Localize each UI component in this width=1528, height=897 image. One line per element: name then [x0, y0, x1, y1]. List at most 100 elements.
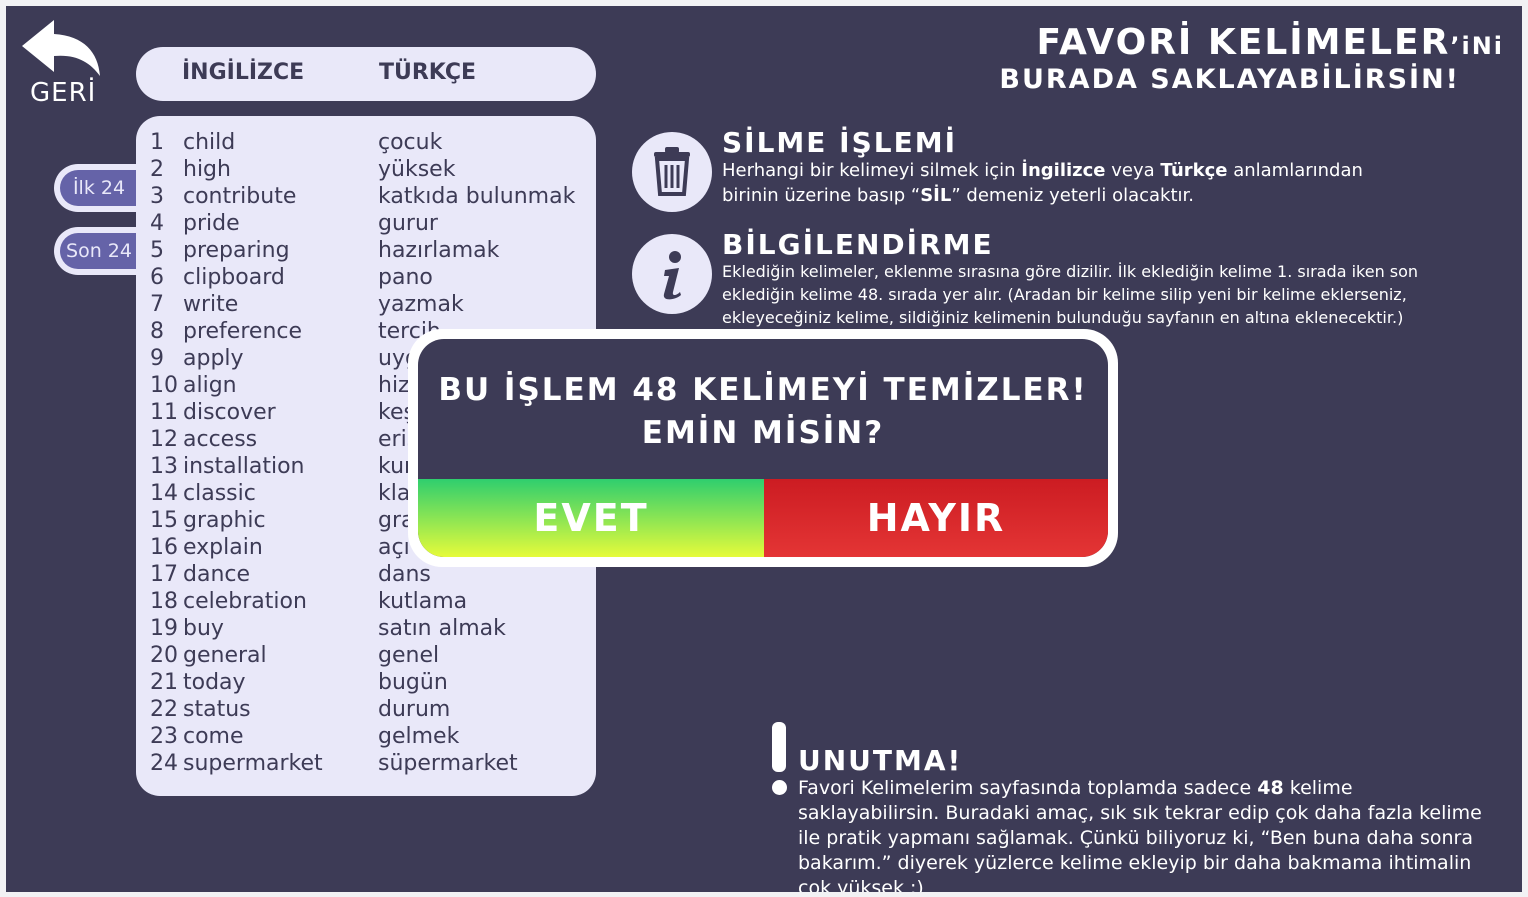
turkish-word[interactable]: hiz [378, 373, 410, 398]
word-number: 18 [150, 589, 178, 614]
page-title: FAVORİ KELİMELER’iNi [1036, 22, 1504, 63]
word-number: 16 [150, 535, 178, 560]
english-word[interactable]: graphic [183, 508, 266, 533]
confirm-question: BU İŞLEM 48 KELİMEYİ TEMİZLER! EMİN MİSİ… [418, 369, 1108, 455]
list-item: 5 preparing hazırlamak [136, 238, 596, 265]
word-number: 22 [150, 697, 178, 722]
tab-last-24-label: Son 24 [60, 233, 138, 269]
no-button[interactable]: HAYIR [764, 479, 1108, 557]
back-arrow-icon [22, 20, 100, 76]
app-screen: GERİ İNGİLİZCE TÜRKÇE İlk 24 Son 24 1 chi… [6, 6, 1522, 892]
word-number: 3 [150, 184, 164, 209]
english-word[interactable]: preference [183, 319, 302, 344]
tab-first-24-label: İlk 24 [60, 170, 138, 206]
list-item: 23 come gelmek [136, 724, 596, 751]
delete-heading: SİLME İŞLEMİ [722, 126, 957, 159]
word-number: 8 [150, 319, 164, 344]
list-item: 22 status durum [136, 697, 596, 724]
confirm-dialog: BU İŞLEM 48 KELİMEYİ TEMİZLER! EMİN MİSİ… [408, 329, 1118, 567]
english-word[interactable]: status [183, 697, 251, 722]
tab-last-24[interactable]: Son 24 [54, 227, 138, 275]
turkish-word[interactable]: pano [378, 265, 433, 290]
info-heading: BİLGİLENDİRME [722, 228, 994, 261]
english-column-header: İNGİLİZCE [182, 60, 305, 85]
word-number: 21 [150, 670, 178, 695]
list-item: 21 today bugün [136, 670, 596, 697]
list-item: 7 write yazmak [136, 292, 596, 319]
english-word[interactable]: preparing [183, 238, 290, 263]
back-label: GERİ [30, 78, 97, 108]
english-word[interactable]: contribute [183, 184, 296, 209]
word-number: 23 [150, 724, 178, 749]
info-text: Eklediğin kelimeler, eklenme sırasına gö… [722, 262, 1419, 327]
turkish-word[interactable]: süpermarket [378, 751, 518, 776]
turkish-word[interactable]: katkıda bulunmak [378, 184, 575, 209]
back-button[interactable]: GERİ [14, 18, 104, 108]
english-word[interactable]: write [183, 292, 238, 317]
reminder-heading: UNUTMA! [798, 744, 963, 777]
word-number: 5 [150, 238, 164, 263]
turkish-word[interactable]: satın almak [378, 616, 506, 641]
exclamation-dot [772, 780, 787, 795]
word-number: 13 [150, 454, 178, 479]
turkish-word[interactable]: kla [378, 481, 410, 506]
yes-button[interactable]: EVET [418, 479, 764, 557]
word-number: 4 [150, 211, 164, 236]
english-word[interactable]: general [183, 643, 267, 668]
english-word[interactable]: pride [183, 211, 240, 236]
english-word[interactable]: celebration [183, 589, 307, 614]
info-icon [663, 251, 681, 300]
word-number: 10 [150, 373, 178, 398]
word-number: 11 [150, 400, 178, 425]
turkish-word[interactable]: yüksek [378, 157, 455, 182]
english-word[interactable]: align [183, 373, 237, 398]
confirm-dialog-body: BU İŞLEM 48 KELİMEYİ TEMİZLER! EMİN MİSİ… [418, 339, 1108, 557]
english-word[interactable]: come [183, 724, 244, 749]
word-number: 17 [150, 562, 178, 587]
english-word[interactable]: high [183, 157, 231, 182]
list-item: 3 contribute katkıda bulunmak [136, 184, 596, 211]
turkish-word[interactable]: açı [378, 535, 410, 560]
english-word[interactable]: explain [183, 535, 263, 560]
turkish-column-header: TÜRKÇE [379, 60, 477, 85]
info-icon-badge [632, 234, 712, 314]
list-item: 2 high yüksek [136, 157, 596, 184]
confirm-question-line1: BU İŞLEM 48 KELİMEYİ TEMİZLER! [438, 372, 1088, 408]
word-number: 24 [150, 751, 178, 776]
english-word[interactable]: access [183, 427, 257, 452]
page-subtitle: BURADA SAKLAYABİLİRSİN! [999, 64, 1460, 95]
english-word[interactable]: apply [183, 346, 244, 371]
turkish-word[interactable]: bugün [378, 670, 448, 695]
turkish-word[interactable]: kutlama [378, 589, 467, 614]
english-word[interactable]: today [183, 670, 246, 695]
turkish-word[interactable]: durum [378, 697, 450, 722]
list-item: 19 buy satın almak [136, 616, 596, 643]
english-word[interactable]: classic [183, 481, 256, 506]
turkish-word[interactable]: hazırlamak [378, 238, 499, 263]
trash-icon-badge [632, 132, 712, 212]
tab-first-24[interactable]: İlk 24 [54, 164, 138, 212]
word-number: 7 [150, 292, 164, 317]
turkish-word[interactable]: gelmek [378, 724, 459, 749]
english-word[interactable]: clipboard [183, 265, 285, 290]
word-number: 1 [150, 130, 164, 155]
english-word[interactable]: installation [183, 454, 304, 479]
turkish-word[interactable]: dans [378, 562, 431, 587]
page-title-main: FAVORİ KELİMELER [1036, 22, 1451, 63]
turkish-word[interactable]: yazmak [378, 292, 464, 317]
word-number: 9 [150, 346, 164, 371]
english-word[interactable]: child [183, 130, 235, 155]
english-word[interactable]: dance [183, 562, 250, 587]
turkish-word[interactable]: genel [378, 643, 439, 668]
word-number: 2 [150, 157, 164, 182]
english-word[interactable]: buy [183, 616, 224, 641]
english-word[interactable]: supermarket [183, 751, 323, 776]
turkish-word[interactable]: çocuk [378, 130, 442, 155]
page-title-suffix: ’iNi [1450, 32, 1504, 60]
word-number: 12 [150, 427, 178, 452]
word-number: 19 [150, 616, 178, 641]
exclamation-icon [772, 722, 786, 772]
list-item: 4 pride gurur [136, 211, 596, 238]
turkish-word[interactable]: gurur [378, 211, 438, 236]
english-word[interactable]: discover [183, 400, 276, 425]
